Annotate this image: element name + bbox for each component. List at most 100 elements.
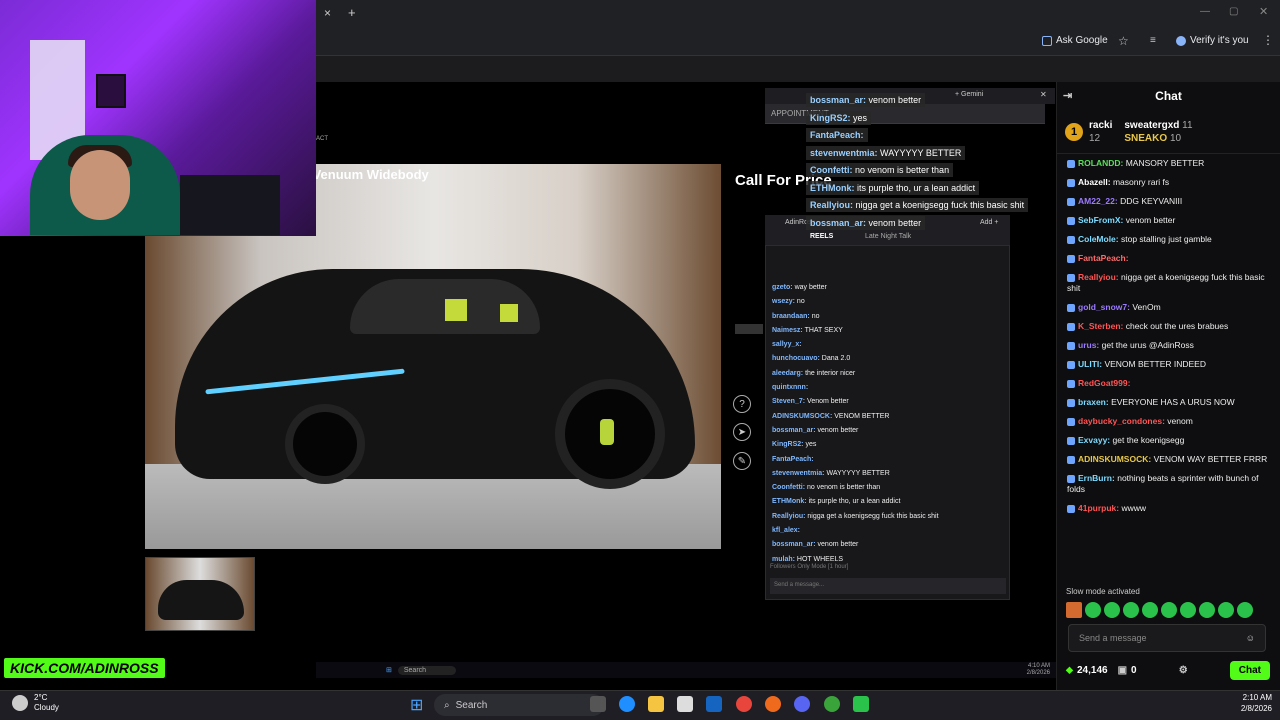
- overlay-username[interactable]: bossman_ar:: [810, 95, 866, 105]
- inner-chat-username[interactable]: bossman_ar:: [772, 541, 816, 548]
- collapse-chat-icon[interactable]: ⇥: [1063, 89, 1072, 102]
- chat-input[interactable]: Send a message ☺: [1068, 624, 1266, 652]
- chat-username[interactable]: SebFromX:: [1078, 215, 1123, 225]
- edge-icon[interactable]: [619, 696, 635, 712]
- close-tab-icon[interactable]: ×: [324, 6, 331, 20]
- reading-list-icon[interactable]: ≡: [1150, 35, 1156, 46]
- maximize-icon[interactable]: ▢: [1229, 6, 1238, 17]
- gift-icon[interactable]: ▣: [1118, 665, 1127, 676]
- minimize-icon[interactable]: —: [1200, 6, 1210, 17]
- chat-username[interactable]: braxen:: [1078, 397, 1109, 407]
- chat-send-button[interactable]: Chat: [1229, 660, 1270, 680]
- inner-chat-username[interactable]: wsezy:: [772, 298, 795, 305]
- send-icon[interactable]: ➤: [733, 423, 751, 441]
- inner-chat-username[interactable]: hunchocuavo:: [772, 355, 820, 362]
- emote-icon[interactable]: [1142, 602, 1158, 618]
- inner-chat-username[interactable]: ADINSKUMSOCK:: [772, 413, 832, 420]
- gifter-name[interactable]: sweatergxd: [1124, 120, 1179, 131]
- inner-chat-username[interactable]: quintxnnn:: [772, 384, 808, 391]
- chat-username[interactable]: daybucky_condones:: [1078, 416, 1165, 426]
- inner-chat-username[interactable]: mulah:: [772, 556, 795, 563]
- emote-icon[interactable]: [1218, 602, 1234, 618]
- car-thumbnail[interactable]: [145, 557, 255, 631]
- inner-send-input[interactable]: Send a message...: [770, 578, 1006, 594]
- user-badge-icon: [1067, 235, 1075, 244]
- chat-username[interactable]: Abazell:: [1078, 177, 1111, 187]
- inner-chat-username[interactable]: Reallyiou:: [772, 513, 805, 520]
- inner-chat-username[interactable]: ETHMonk:: [772, 498, 807, 505]
- chat-username[interactable]: ULITI:: [1078, 359, 1102, 369]
- chat-username[interactable]: AM22_22:: [1078, 196, 1118, 206]
- chat-username[interactable]: K_Sterben:: [1078, 321, 1123, 331]
- menu-kebab-icon[interactable]: ⋮: [1262, 33, 1274, 47]
- emote-icon[interactable]: [1085, 602, 1101, 618]
- overlay-username[interactable]: ETHMonk:: [810, 183, 855, 193]
- weather-icon[interactable]: [12, 695, 28, 711]
- emote-icon[interactable]: [1066, 602, 1082, 618]
- emote-icon[interactable]: [1237, 602, 1253, 618]
- system-clock[interactable]: 2:10 AM 2/8/2026: [1228, 692, 1272, 714]
- chrome-icon[interactable]: [736, 696, 752, 712]
- chat-username[interactable]: Reallyiou:: [1078, 272, 1119, 282]
- close-window-icon[interactable]: ✕: [1259, 5, 1268, 18]
- overlay-username[interactable]: stevenwentmia:: [810, 148, 878, 158]
- xbox-icon[interactable]: [824, 696, 840, 712]
- emote-icon[interactable]: [1123, 602, 1139, 618]
- profile-icon: [1176, 35, 1186, 46]
- contact-link[interactable]: ACT: [316, 136, 328, 142]
- inner-chat-username[interactable]: stevenwentmia:: [772, 470, 825, 477]
- inner-chat-username[interactable]: aleedarg:: [772, 370, 803, 377]
- inner-chat-username[interactable]: bossman_ar:: [772, 427, 816, 434]
- ask-google-button[interactable]: Ask Google: [1042, 35, 1108, 46]
- verify-button[interactable]: Verify it's you: [1176, 35, 1249, 46]
- chat-username[interactable]: Exvayy:: [1078, 435, 1110, 445]
- gifter-name[interactable]: SNEAKO: [1124, 133, 1167, 144]
- overlay-username[interactable]: bossman_ar:: [810, 218, 866, 228]
- settings-gear-icon[interactable]: ⚙: [1179, 665, 1188, 676]
- chat-username[interactable]: ErnBurn:: [1078, 473, 1115, 483]
- emoji-icon[interactable]: ☺: [1246, 633, 1255, 643]
- inner-chat-username[interactable]: kfl_alex:: [772, 527, 800, 534]
- start-windows-icon[interactable]: ⊞: [410, 695, 423, 715]
- store-icon[interactable]: [677, 696, 693, 712]
- kick-app-icon[interactable]: [853, 696, 869, 712]
- emote-icon[interactable]: [1161, 602, 1177, 618]
- discord-icon[interactable]: [794, 696, 810, 712]
- overlay-username[interactable]: FantaPeach:: [810, 130, 864, 140]
- chat-username[interactable]: FantaPeach:: [1078, 253, 1129, 263]
- chat-username[interactable]: ADINSKUMSOCK:: [1078, 454, 1151, 464]
- overlay-username[interactable]: Reallyiou:: [810, 200, 853, 210]
- inner-chat-username[interactable]: KingRS2:: [772, 441, 804, 448]
- inner-chat-username[interactable]: braandaan:: [772, 313, 810, 320]
- inner-chat-username[interactable]: gzeto:: [772, 284, 793, 291]
- inner-chat-username[interactable]: FantaPeach:: [772, 456, 814, 463]
- overlay-username[interactable]: Coonfetti:: [810, 165, 853, 175]
- chat-username[interactable]: ROLANDD:: [1078, 158, 1123, 168]
- outlook-icon[interactable]: [706, 696, 722, 712]
- inner-chat-username[interactable]: Steven_7:: [772, 398, 805, 405]
- edit-icon[interactable]: ✎: [733, 452, 751, 470]
- chat-username[interactable]: ColeMole:: [1078, 234, 1119, 244]
- weather-widget[interactable]: 2°C Cloudy: [34, 693, 59, 713]
- gifter-name[interactable]: racki: [1089, 120, 1112, 131]
- task-view-icon[interactable]: [590, 696, 606, 712]
- inner-chat-username[interactable]: Naimesz:: [772, 327, 803, 334]
- chat-username[interactable]: gold_snow7:: [1078, 302, 1130, 312]
- file-explorer-icon[interactable]: [648, 696, 664, 712]
- help-icon[interactable]: ?: [733, 395, 751, 413]
- inner-chat-username[interactable]: Coonfetti:: [772, 484, 805, 491]
- emote-bar: [1066, 602, 1266, 618]
- chat-username[interactable]: urus:: [1078, 340, 1099, 350]
- inner-chat-username[interactable]: sallyy_x:: [772, 341, 802, 348]
- bookmark-star-icon[interactable]: ☆: [1118, 34, 1129, 48]
- inner-reels[interactable]: REELS: [810, 233, 833, 240]
- new-tab-button[interactable]: +: [348, 5, 356, 20]
- chat-username[interactable]: RedGoat999:: [1078, 378, 1130, 388]
- firefox-icon[interactable]: [765, 696, 781, 712]
- emote-icon[interactable]: [1104, 602, 1120, 618]
- emote-icon[interactable]: [1180, 602, 1196, 618]
- taskbar-search[interactable]: ⌕ Search: [434, 694, 604, 716]
- emote-icon[interactable]: [1199, 602, 1215, 618]
- chat-username[interactable]: 41purpuk:: [1078, 503, 1119, 513]
- overlay-username[interactable]: KingRS2:: [810, 113, 851, 123]
